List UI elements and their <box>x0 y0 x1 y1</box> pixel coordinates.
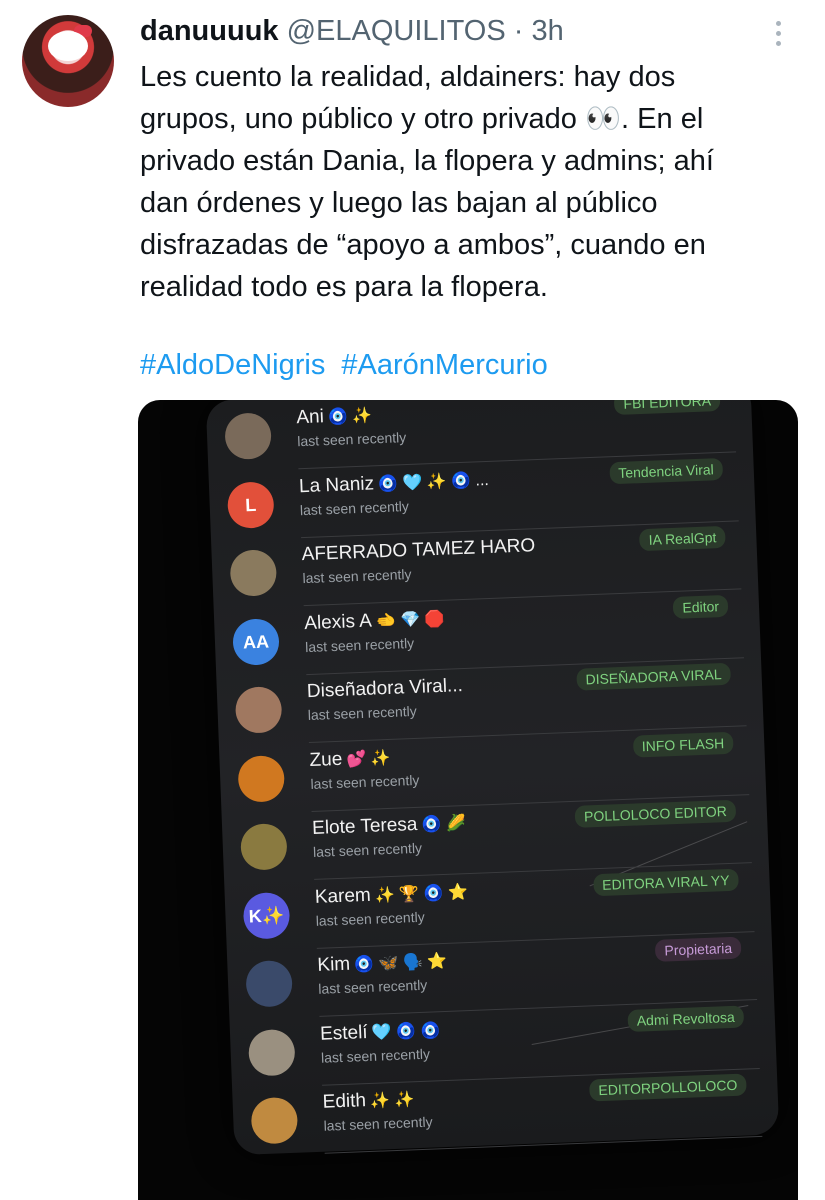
member-name-line: Ani 🧿 ✨ <box>296 404 373 429</box>
member-name: La Naniz <box>298 472 375 497</box>
member-name-line: Edith ✨ ✨ <box>322 1088 414 1114</box>
member-avatar: K✨ <box>242 891 291 940</box>
member-emoji: 🧿 🩵 ✨ 🧿 ... <box>377 471 490 493</box>
tweet-photo[interactable]: Ani 🧿 ✨ last seen recently FBI EDITORA L La N… <box>138 400 798 1200</box>
member-emoji: 🩵 🧿 🧿 <box>371 1021 441 1042</box>
member-name: Ani <box>296 406 325 429</box>
member-emoji: 🧿 🦋 🗣️ ⭐ <box>353 952 448 974</box>
member-role-badge: FBI EDITORA <box>614 400 721 416</box>
tweet-line: realidad todo es para la flopera. <box>140 271 548 303</box>
member-emoji: 🧿 🌽 <box>421 815 467 834</box>
member-avatar <box>224 412 272 461</box>
member-status: last seen recently <box>318 976 428 997</box>
member-role-badge: Propietaria <box>655 936 742 962</box>
member-divider <box>324 1135 763 1154</box>
author-name[interactable]: danuuuuk <box>140 15 279 47</box>
member-status: last seen recently <box>299 497 410 518</box>
member-avatar <box>229 549 278 597</box>
member-name: Zue <box>309 748 343 771</box>
member-name-line: Elote Teresa 🧿 🌽 <box>312 812 466 840</box>
member-status: last seen recently <box>310 771 420 792</box>
member-emoji <box>466 678 467 695</box>
tweet-line: Les cuento la realidad, aldainers: hay d… <box>140 61 676 93</box>
author-avatar[interactable] <box>22 15 114 107</box>
member-name: Estelí <box>319 1021 368 1045</box>
member-name-line: La Naniz 🧿 🩵 ✨ 🧿 ... <box>299 468 490 497</box>
member-role-badge: IA RealGpt <box>639 525 726 552</box>
member-role-badge: Admi Revoltosa <box>627 1005 745 1032</box>
member-avatar: AA <box>232 617 280 666</box>
member-role-badge: EDITORPOLLOLOCO <box>589 1073 747 1102</box>
member-avatar <box>237 754 286 803</box>
member-name-line: Kim 🧿 🦋 🗣️ ⭐ <box>317 950 448 977</box>
member-emoji <box>539 538 540 555</box>
tweet-line: dan órdenes y luego las bajan al público <box>140 187 658 219</box>
member-status: last seen recently <box>315 908 425 929</box>
hashtags: #AldoDeNigris #AarónMercurio <box>140 344 556 386</box>
member-emoji: 🫲 💎 🛑 <box>375 610 445 630</box>
member-name: Edith <box>322 1090 367 1113</box>
tweet-line: privado están Dania, la flopera y admins… <box>140 145 714 177</box>
member-avatar: L <box>226 480 275 529</box>
tweet-time[interactable]: 3h <box>532 15 564 47</box>
header-separator: · <box>513 15 524 47</box>
member-status: last seen recently <box>302 565 412 587</box>
member-role-badge: EDITORA VIRAL YY <box>592 868 739 896</box>
member-status: last seen recently <box>307 702 418 724</box>
more-vertical-icon[interactable] <box>770 18 786 52</box>
member-status: last seen recently <box>297 429 407 450</box>
hashtag-link[interactable]: #AldoDeNigris <box>140 349 325 381</box>
member-avatar <box>247 1028 296 1077</box>
member-name-line: Zue 💕 ✨ <box>309 746 391 771</box>
member-status: last seen recently <box>320 1045 431 1066</box>
member-name-line: AFERRADO TAMEZ HARO <box>301 535 539 566</box>
member-name-line: Estelí 🩵 🧿 🧿 <box>320 1019 441 1046</box>
hashtag-link[interactable]: #AarónMercurio <box>341 349 547 381</box>
tweet-line: disfrazadas de “apoyo a ambos”, cuando e… <box>140 229 706 261</box>
member-name-line: Alexis A 🫲 💎 🛑 <box>304 607 445 634</box>
member-avatar <box>234 686 283 734</box>
member-avatar <box>240 822 288 871</box>
member-name: Diseñadora Viral... <box>306 675 464 703</box>
phone-screen: Ani 🧿 ✨ last seen recently FBI EDITORA L La N… <box>205 400 780 1157</box>
member-emoji: ✨ ✨ <box>369 1091 415 1110</box>
member-role-badge: DISEÑADORA VIRAL <box>576 662 732 691</box>
member-name: Kim <box>317 953 351 976</box>
member-avatar <box>245 959 294 1008</box>
member-avatar <box>250 1096 299 1145</box>
member-status: last seen recently <box>304 634 415 655</box>
member-name: AFERRADO TAMEZ HARO <box>301 535 536 566</box>
member-row[interactable]: Edith ✨ ✨ last seen recently EDITORPOLLOLOC… <box>250 1073 763 1157</box>
member-role-badge: INFO FLASH <box>632 731 734 758</box>
member-role-badge: Tendencia Viral <box>608 457 724 484</box>
tweet-text: Les cuento la realidad, aldainers: hay d… <box>140 56 780 308</box>
member-role-badge: POLLOLOCO EDITOR <box>574 799 737 828</box>
member-emoji: ✨ 🏆 🧿 ⭐ <box>374 883 469 905</box>
member-status: last seen recently <box>312 839 423 860</box>
member-status: last seen recently <box>323 1113 433 1134</box>
member-emoji: 💕 ✨ <box>346 749 391 769</box>
member-name: Alexis A <box>303 610 373 634</box>
member-name-line: Diseñadora Viral... <box>307 675 468 703</box>
member-name: Karem <box>314 884 372 908</box>
tweet-header: danuuuuk @ELAQUILITOS · 3h <box>140 12 564 50</box>
member-name: Elote Teresa <box>311 813 418 839</box>
member-emoji: 🧿 ✨ <box>327 407 373 427</box>
member-role-badge: Editor <box>672 594 729 619</box>
avatar-face <box>48 31 88 61</box>
author-handle[interactable]: @ELAQUILITOS <box>287 15 506 47</box>
member-name-line: Karem ✨ 🏆 🧿 ⭐ <box>314 881 468 909</box>
tweet-line: grupos, uno público y otro privado 👀. En… <box>140 103 704 135</box>
